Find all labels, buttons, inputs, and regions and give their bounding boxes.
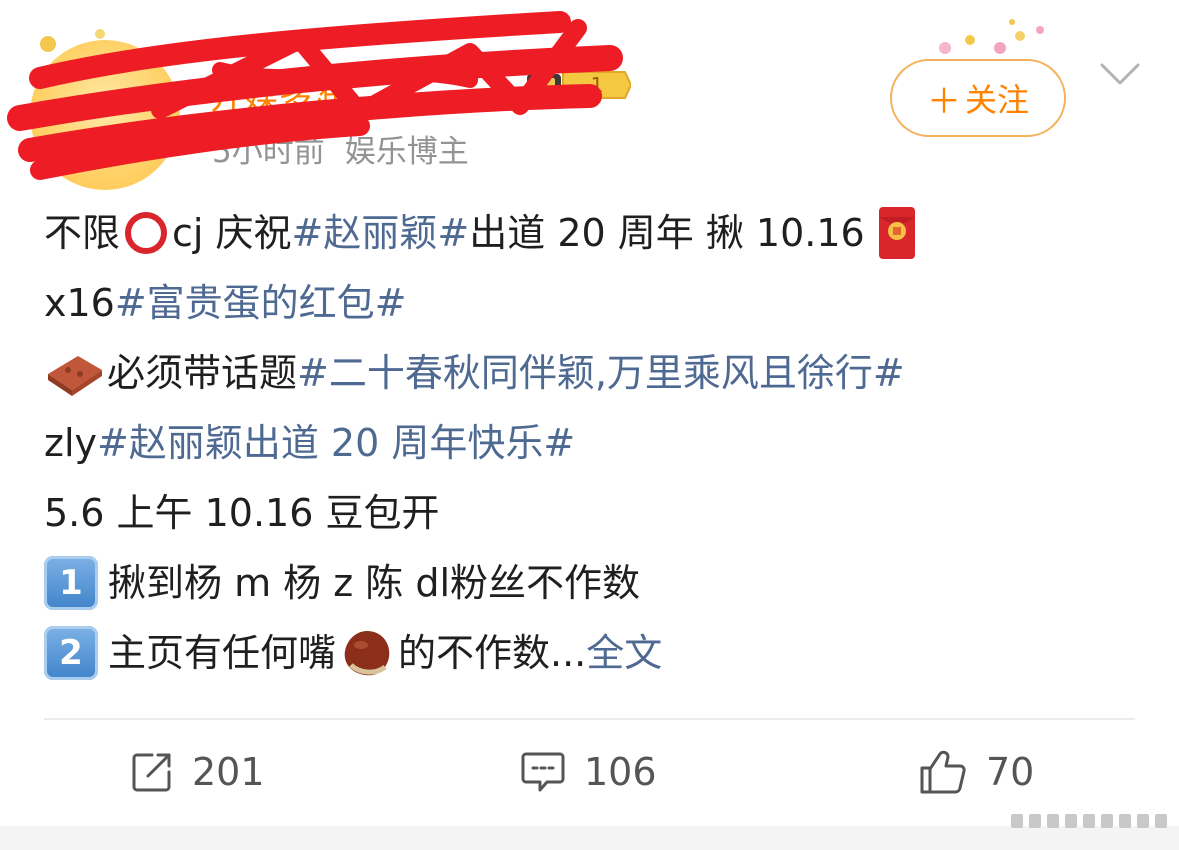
content-line-4: zly #赵丽颖出道 20 周年快乐# [44,408,1144,478]
hashtag-link[interactable]: #赵丽颖# [292,198,470,268]
text-segment: 的不作数... [398,631,587,675]
chevron-down-icon[interactable] [1098,60,1142,88]
vip-level: 1 [591,73,604,97]
repost-count: 201 [192,750,265,794]
hashtag-link[interactable]: #二十春秋同伴颖,万里乘风且徐行# [297,338,905,408]
content-line-7: 2 主页有任何嘴 的不作数... 全文 [44,618,1144,688]
author-name[interactable]: 开媒多准 [210,70,346,119]
comment-button[interactable]: 106 [520,740,657,804]
content-line-5: 5.6 上午 10.16 豆包开 [44,478,1144,548]
red-envelope-icon [878,207,915,259]
weibo-post-card: 开媒多准 1 5小时前 娱乐博主 ＋ 关注 不限 cj 庆祝 #赵丽颖# 出道 … [0,0,1179,850]
chestnut-icon [344,631,390,676]
red-circle-icon [125,212,168,254]
post-actions: 201 106 70 [0,740,1179,804]
keycap-1-icon: 1 [44,556,98,610]
post-meta: 5小时前 娱乐博主 [212,126,469,171]
brick-icon [48,356,102,396]
content-line-2: x16 #富贵蛋的红包# [44,268,1144,338]
like-count: 70 [986,750,1035,794]
text-segment: 主页有任何嘴 [108,631,337,675]
divider [44,718,1135,720]
expand-full-text-link[interactable]: 全文 [586,618,662,688]
hashtag-link[interactable]: #赵丽颖出道 20 周年快乐# [97,408,575,478]
hashtag-link[interactable]: #富贵蛋的红包# [115,268,407,338]
vip-badge-icon: 1 [527,71,631,99]
post-header: 开媒多准 1 5小时前 娱乐博主 ＋ 关注 [0,0,1179,190]
watermark-icon [1011,814,1167,828]
content-line-6: 1 揪到杨 m 杨 z 陈 dl粉丝不作数 [44,548,1144,618]
post-content: 不限 cj 庆祝 #赵丽颖# 出道 20 周年 揪 10.16 x16 #富贵蛋… [44,198,1144,688]
text-segment: 揪到杨 m 杨 z 陈 dl粉丝不作数 [108,561,641,605]
follow-button[interactable]: ＋ 关注 [890,59,1066,137]
like-button[interactable]: 70 [918,740,1034,804]
keycap-2-icon: 2 [44,626,98,680]
follow-label: 关注 [964,81,1029,119]
comment-count: 106 [584,750,657,794]
comment-icon [521,752,565,792]
repost-button[interactable]: 201 [130,740,265,804]
author-role: 娱乐博主 [344,134,469,170]
text-segment: 出道 20 周年 揪 10.16 [469,211,865,255]
author-avatar[interactable] [30,40,180,190]
text-segment: 必须带话题 [107,351,298,395]
text-segment: 5.6 上午 10.16 豆包开 [44,491,440,535]
text-segment: cj 庆祝 [172,211,292,255]
content-line-1: 不限 cj 庆祝 #赵丽颖# 出道 20 周年 揪 10.16 [44,198,1144,268]
text-segment: 不限 [44,211,121,255]
content-line-3: 必须带话题 #二十春秋同伴颖,万里乘风且徐行# [44,338,1144,408]
thumbs-up-icon [920,750,966,794]
repost-icon [132,753,171,792]
text-segment: x16 [44,281,115,325]
post-time: 5小时前 [212,134,325,170]
text-segment: zly [44,421,97,465]
plus-icon: ＋ [926,81,961,122]
